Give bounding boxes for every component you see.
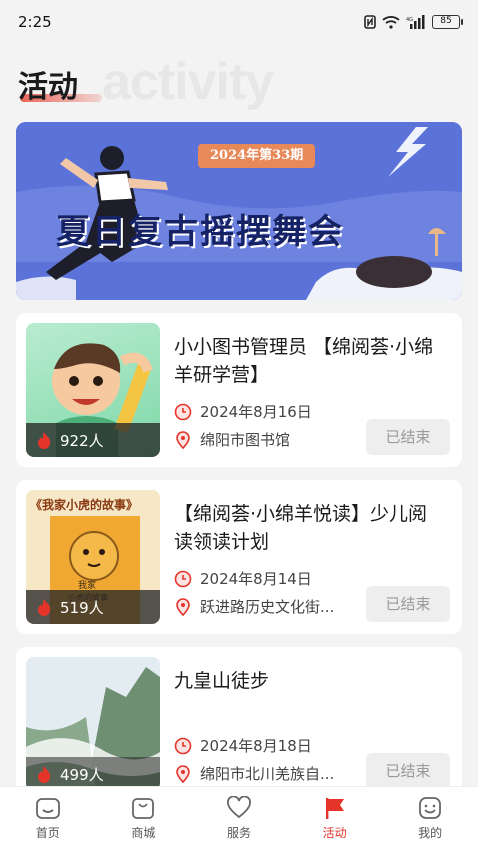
participants-overlay: 922人	[26, 423, 160, 457]
activity-title: 九皇山徒步	[174, 670, 270, 692]
book-title-caption: 《我家小虎的故事》	[30, 498, 139, 512]
status-bar: 2:25 4G 85	[0, 0, 478, 44]
activity-location: 绵阳市北川羌族自...	[174, 763, 364, 784]
activity-title: 小小图书管理员 【绵阅荟·小绵羊研学营】	[174, 336, 434, 386]
activity-card[interactable]: 922人 小小图书管理员 【绵阅荟·小绵羊研学营】 2024年8月16日 绵阳市…	[16, 313, 462, 467]
status-ended-button[interactable]: 已结束	[366, 586, 450, 622]
status-icons: 4G 85	[364, 15, 463, 29]
event-banner[interactable]: 2024年第33期 夏日复古摇摆舞会	[16, 122, 462, 300]
activity-card[interactable]: 499人 九皇山徒步 2024年8月18日 绵阳市北川羌族自... 已结束	[16, 647, 462, 801]
participants-count: 499人	[60, 765, 104, 784]
activity-thumbnail: 499人	[26, 657, 160, 791]
flag-icon	[325, 798, 344, 819]
tab-shop[interactable]: 商城	[96, 787, 192, 850]
location-pin-icon	[176, 597, 190, 616]
home-icon	[35, 798, 60, 819]
tab-home[interactable]: 首页	[0, 787, 96, 850]
shop-icon	[132, 798, 155, 819]
location-pin-icon	[176, 764, 190, 783]
activity-date: 2024年8月18日	[174, 735, 364, 756]
status-time: 2:25	[18, 13, 52, 31]
activity-title: 【绵阅荟·小绵羊悦读】少儿阅读领读计划	[174, 503, 428, 553]
participants-count: 922人	[60, 431, 104, 450]
heart-icon	[227, 796, 251, 819]
banner-issue-tag: 2024年第33期	[198, 144, 316, 168]
tab-mine[interactable]: 我的	[382, 787, 478, 850]
status-ended-button[interactable]: 已结束	[366, 753, 450, 789]
participants-count: 519人	[60, 598, 104, 617]
fire-icon	[38, 766, 51, 783]
svg-text:4G: 4G	[406, 17, 413, 23]
activity-date: 2024年8月14日	[174, 568, 364, 589]
activity-thumbnail: 922人	[26, 323, 160, 457]
status-ended-button[interactable]: 已结束	[366, 419, 450, 455]
banner-title: 夏日复古摇摆舞会	[56, 212, 344, 252]
wifi-icon	[382, 16, 400, 29]
activity-card[interactable]: 我家 小虎的故事 《我家小虎的故事》 519人 【绵阅荟·小绵羊悦读】少儿阅读领…	[16, 480, 462, 634]
tab-service[interactable]: 服务	[191, 787, 287, 850]
signal-icon: 4G	[406, 15, 425, 29]
nfc-icon	[364, 15, 376, 29]
fire-icon	[38, 432, 51, 449]
page-title: 活动	[18, 70, 78, 105]
participants-overlay: 519人	[26, 590, 160, 624]
page-header: activity 活动	[18, 52, 458, 112]
activity-location: 跃进路历史文化街...	[174, 596, 364, 617]
profile-icon	[419, 797, 442, 819]
location-pin-icon	[176, 430, 190, 449]
activity-date: 2024年8月16日	[174, 401, 364, 422]
fire-icon	[38, 599, 51, 616]
activity-thumbnail: 我家 小虎的故事 《我家小虎的故事》 519人	[26, 490, 160, 624]
tab-activity[interactable]: 活动	[287, 787, 383, 850]
clock-icon	[174, 403, 192, 420]
clock-icon	[174, 737, 192, 754]
activity-location: 绵阳市图书馆	[174, 429, 364, 450]
bottom-tab-bar: 首页 商城 服务 活动 我的	[0, 786, 478, 850]
header-bg-word: activity	[102, 53, 274, 111]
battery-indicator: 85	[432, 15, 463, 29]
clock-icon	[174, 570, 192, 587]
